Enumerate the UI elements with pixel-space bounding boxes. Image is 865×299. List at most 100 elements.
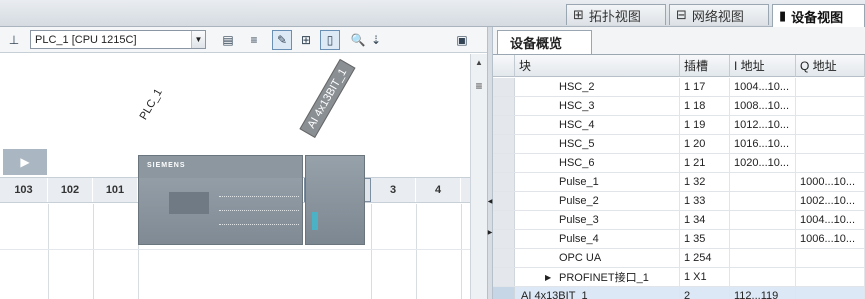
module-label[interactable]: AI 4x13BIT_1 (299, 59, 356, 138)
topology-view-icon: ⊞ (573, 7, 584, 22)
cell-i-address (730, 192, 796, 210)
cell-slot: 2 (680, 287, 730, 299)
canvas-vertical-scrollbar[interactable]: ▲ ≡ (470, 54, 487, 299)
cell-slot: 1 33 (680, 192, 730, 210)
cell-i-address (730, 173, 796, 191)
tab-device-view[interactable]: ▮ 设备视图 (772, 4, 865, 27)
cell-i-address (730, 268, 796, 286)
cell-slot: 1 20 (680, 135, 730, 153)
table-row[interactable]: HSC_6 1 21 1020...10... (493, 154, 865, 173)
triangle-right-icon: ▶ (20, 155, 30, 169)
table-row[interactable]: OPC UA 1 254 (493, 249, 865, 268)
table-row[interactable]: HSC_2 1 17 1004...10... (493, 78, 865, 97)
slot-divider (416, 204, 417, 299)
column-header-block[interactable]: 块 (515, 55, 680, 77)
cell-slot: 1 34 (680, 211, 730, 229)
cell-block: Pulse_4 (515, 230, 680, 248)
table-row[interactable]: HSC_4 1 19 1012...10... (493, 116, 865, 135)
column-header-i-address[interactable]: I 地址 (730, 55, 796, 77)
cell-q-address: 1002...10... (796, 192, 865, 210)
cell-q-address (796, 97, 865, 115)
row-gutter (493, 249, 515, 267)
cell-slot: 1 19 (680, 116, 730, 134)
cpu-module[interactable]: SIEMENS (138, 155, 303, 245)
cell-slot: 1 17 (680, 78, 730, 96)
cell-block: HSC_5 (515, 135, 680, 153)
row-gutter (493, 287, 515, 299)
cell-i-address (730, 211, 796, 229)
zoom-dropdown-icon[interactable]: ⇣ (366, 30, 386, 50)
expand-arrow-icon[interactable]: ▶ (545, 273, 551, 282)
cell-q-address: 1004...10... (796, 211, 865, 229)
collapse-right-icon[interactable]: ▶ (488, 225, 493, 239)
siemens-logo: SIEMENS (147, 162, 186, 169)
table-row[interactable]: Pulse_2 1 33 1002...10... (493, 192, 865, 211)
table-row[interactable]: Pulse_4 1 35 1006...10... (493, 230, 865, 249)
cell-block: HSC_4 (515, 116, 680, 134)
row-gutter (493, 78, 515, 96)
cell-slot: 1 21 (680, 154, 730, 172)
panel-toggle-icon[interactable]: ▣ (452, 30, 472, 50)
slot-4[interactable]: 4 (416, 178, 461, 202)
cell-q-address (796, 268, 865, 286)
column-header-slot[interactable]: 插槽 (680, 55, 730, 77)
cell-q-address (796, 249, 865, 267)
table-row[interactable]: AI 4x13BIT_1 2 112...119 (493, 287, 865, 299)
cell-block: HSC_2 (515, 78, 680, 96)
column-header-q-address[interactable]: Q 地址 (796, 55, 865, 77)
network-view-icon: ⊟ (676, 7, 687, 22)
cell-block: Pulse_1 (515, 173, 680, 191)
tab-topology-view[interactable]: ⊞ 拓扑视图 (566, 4, 666, 25)
table-row[interactable]: Pulse_3 1 34 1004...10... (493, 211, 865, 230)
cell-block: ▶ PROFINET接口_1 (515, 268, 680, 286)
rename-icon[interactable]: ≡ (244, 30, 264, 50)
table-row[interactable]: HSC_3 1 18 1008...10... (493, 97, 865, 116)
row-gutter (493, 192, 515, 210)
cell-i-address: 1008...10... (730, 97, 796, 115)
slot-101[interactable]: 101 (93, 178, 138, 202)
cell-i-address: 112...119 (730, 287, 796, 299)
draw-icon[interactable]: ✎ (272, 30, 292, 50)
slot-3[interactable]: 3 (371, 178, 416, 202)
cell-slot: 1 35 (680, 230, 730, 248)
row-gutter (493, 154, 515, 172)
rack-expand-button[interactable]: ▶ (3, 149, 47, 175)
cell-block: Pulse_2 (515, 192, 680, 210)
device-tree-icon[interactable]: ⊥ (4, 30, 24, 50)
scroll-up-icon[interactable]: ▲ (471, 54, 487, 70)
cell-slot: 1 X1 (680, 268, 730, 286)
collapse-left-icon[interactable]: ◀ (488, 194, 493, 208)
zoom-icon[interactable]: 🔍 (348, 30, 368, 50)
scroll-grip-icon[interactable]: ≡ (471, 78, 487, 94)
slot-103[interactable]: 103 (0, 178, 48, 202)
table-row[interactable]: ▶ PROFINET接口_1 1 X1 (493, 268, 865, 287)
rack-rail (0, 249, 470, 250)
tab-device-overview[interactable]: 设备概览 (497, 30, 592, 54)
cell-slot: 1 254 (680, 249, 730, 267)
grid-icon[interactable]: ⊞ (296, 30, 316, 50)
row-gutter (493, 268, 515, 286)
chevron-down-icon[interactable]: ▼ (191, 31, 205, 48)
device-canvas[interactable]: PLC_1 AI 4x13BIT_1 ▶ 103 102 101 1 2 3 4… (0, 54, 470, 299)
cell-q-address (796, 78, 865, 96)
page-icon[interactable]: ▯ (320, 30, 340, 50)
slot-102[interactable]: 102 (48, 178, 93, 202)
cell-i-address (730, 230, 796, 248)
slot-divider (371, 204, 372, 299)
analog-input-module[interactable] (305, 155, 365, 245)
cell-q-address: 1006...10... (796, 230, 865, 248)
cell-slot: 1 32 (680, 173, 730, 191)
tab-network-view[interactable]: ⊟ 网络视图 (669, 4, 769, 25)
cell-block: AI 4x13BIT_1 (515, 287, 680, 299)
table-row[interactable]: Pulse_1 1 32 1000...10... (493, 173, 865, 192)
slot-divider (461, 204, 462, 299)
row-gutter (493, 97, 515, 115)
cell-q-address (796, 116, 865, 134)
device-view-toolbar: ⊥ PLC_1 [CPU 1215C] ▼ ▤ ≡ ✎ ⊞ ▯ 🔍 ⇣ ▣ (0, 27, 487, 53)
row-gutter (493, 173, 515, 191)
properties-icon[interactable]: ▤ (218, 30, 238, 50)
device-select[interactable]: PLC_1 [CPU 1215C] ▼ (30, 30, 206, 49)
row-gutter (493, 211, 515, 229)
row-gutter (493, 230, 515, 248)
table-row[interactable]: HSC_5 1 20 1016...10... (493, 135, 865, 154)
